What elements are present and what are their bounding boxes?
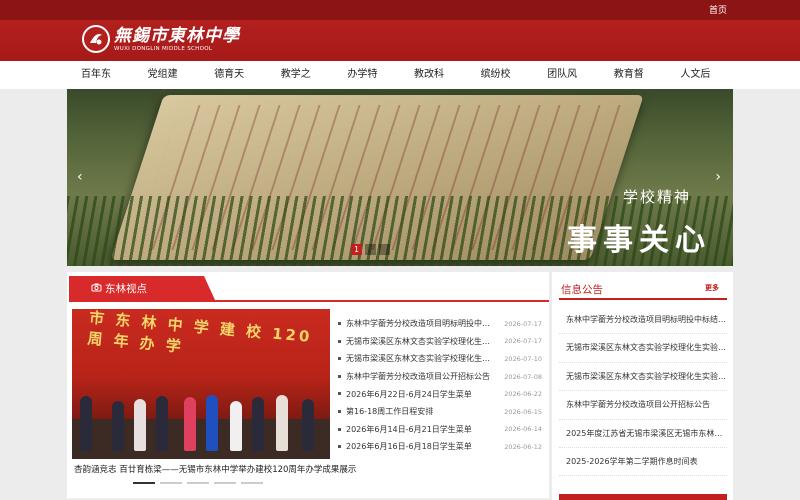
school-logo[interactable]: 無錫市東林中學 WUXI DONGLIN MIDDLE SCHOOL [82, 25, 240, 53]
chevron-left-icon[interactable]: ‹ [77, 169, 83, 185]
photo-pager [133, 482, 263, 484]
dongling-news-panel: 东林视点 市 东 林 中 学 建 校 120 周 年 办 学 杏韵涵竞志 百廿育… [67, 272, 549, 500]
slide-dot-active[interactable]: 1 [351, 244, 362, 255]
hero-banner[interactable]: 学校精神 事事关心 ‹ › 1 [67, 89, 733, 266]
list-item[interactable]: 2026年6月22日-6月24日学生菜单 2026-06-22 [336, 385, 542, 403]
list-item[interactable]: 东林中学蘅芳分校改造项目公开招标公告 2026-07-08 [336, 368, 542, 386]
list-item[interactable]: 2026年6月14日-6月21日学生菜单 2026-06-14 [336, 421, 542, 439]
camera-icon [91, 283, 102, 292]
banner-title-small: 学校精神 [622, 188, 691, 206]
section-title: 东林视点 [105, 283, 147, 295]
pager-dot[interactable] [214, 482, 236, 484]
slide-dot[interactable] [365, 244, 376, 255]
list-item[interactable]: 第16-18周工作日程安排 2026-06-15 [336, 403, 542, 421]
news-list: 东林中学蘅芳分校改造项目明标明投中标结果公示2026-07-17 无锡市梁溪区东… [336, 315, 542, 456]
section-tab[interactable]: 东林视点 [69, 276, 215, 300]
notice-list: 东林中学蘅芳分校改造项目明标明投中标结果公示 无锡市梁溪区东林文杏实验学校理化生… [559, 306, 727, 477]
banner-title-large: 事事关心 [567, 223, 711, 258]
school-name-en: WUXI DONGLIN MIDDLE SCHOOL [114, 45, 213, 52]
main-nav: 百年东林 党组建设 德育天地 教学之窗 办学特色 教改科研 缤纷校园 团队风采 … [0, 61, 800, 108]
home-link[interactable]: 首页 [709, 3, 727, 16]
pager-dot[interactable] [187, 482, 209, 484]
notice-header: 信息公告 更多 [559, 280, 727, 300]
top-bar: 首页 [0, 0, 800, 20]
header: 無錫市東林中學 WUXI DONGLIN MIDDLE SCHOOL [0, 20, 800, 61]
notice-panel: 信息公告 更多 东林中学蘅芳分校改造项目明标明投中标结果公示 无锡市梁溪区东林文… [552, 272, 733, 500]
more-link[interactable]: 更多 [705, 283, 719, 293]
list-item[interactable]: 无锡市梁溪区东林文杏实验学校理化生实验设备采购 [559, 334, 727, 363]
next-section-bar [559, 494, 727, 500]
school-emblem-icon [82, 25, 110, 53]
list-item[interactable]: 东林中学蘅芳分校改造项目明标明投中标结果公示 [559, 306, 727, 335]
chevron-right-icon[interactable]: › [715, 169, 721, 185]
slide-dot[interactable] [379, 244, 390, 255]
list-item[interactable]: 2025-2026学年第二学期作息时间表 [559, 448, 727, 477]
section-divider [69, 300, 549, 302]
school-name-cn: 無錫市東林中學 [114, 25, 240, 46]
slide-indicators: 1 [351, 244, 390, 255]
list-item[interactable]: 2026年6月16日-6月18日学生菜单 2026-06-12 [336, 438, 542, 456]
photo-banner-text: 市 东 林 中 学 建 校 120 周 年 办 学 [86, 309, 314, 356]
list-item[interactable]: 东林中学蘅芳分校改造项目明标明投中标结果公示2026-07-17 [336, 315, 542, 333]
pager-dot[interactable] [160, 482, 182, 484]
news-photo[interactable]: 市 东 林 中 学 建 校 120 周 年 办 学 [72, 309, 330, 459]
list-item[interactable]: 无锡市梁溪区东林文杏实验学校理化生实验设备采购 [559, 363, 727, 392]
list-item[interactable]: 无锡市梁溪区东林文杏实验学校理化生实验设备采购2026-07-10 [336, 350, 542, 368]
pager-dot[interactable] [241, 482, 263, 484]
notice-title: 信息公告 [561, 284, 603, 296]
pager-dot-active[interactable] [133, 482, 155, 484]
list-item[interactable]: 东林中学蘅芳分校改造项目公开招标公告 [559, 391, 727, 420]
list-item[interactable]: 无锡市梁溪区东林文杏实验学校理化生实验设备采购2026-07-17 [336, 333, 542, 351]
photo-caption[interactable]: 杏韵涵竞志 百廿育栋梁——无锡市东林中学举办建校120周年办学成果展示 [74, 463, 356, 475]
list-item[interactable]: 2025年度江苏省无锡市梁溪区无锡市东林中学公开招聘 [559, 420, 727, 448]
